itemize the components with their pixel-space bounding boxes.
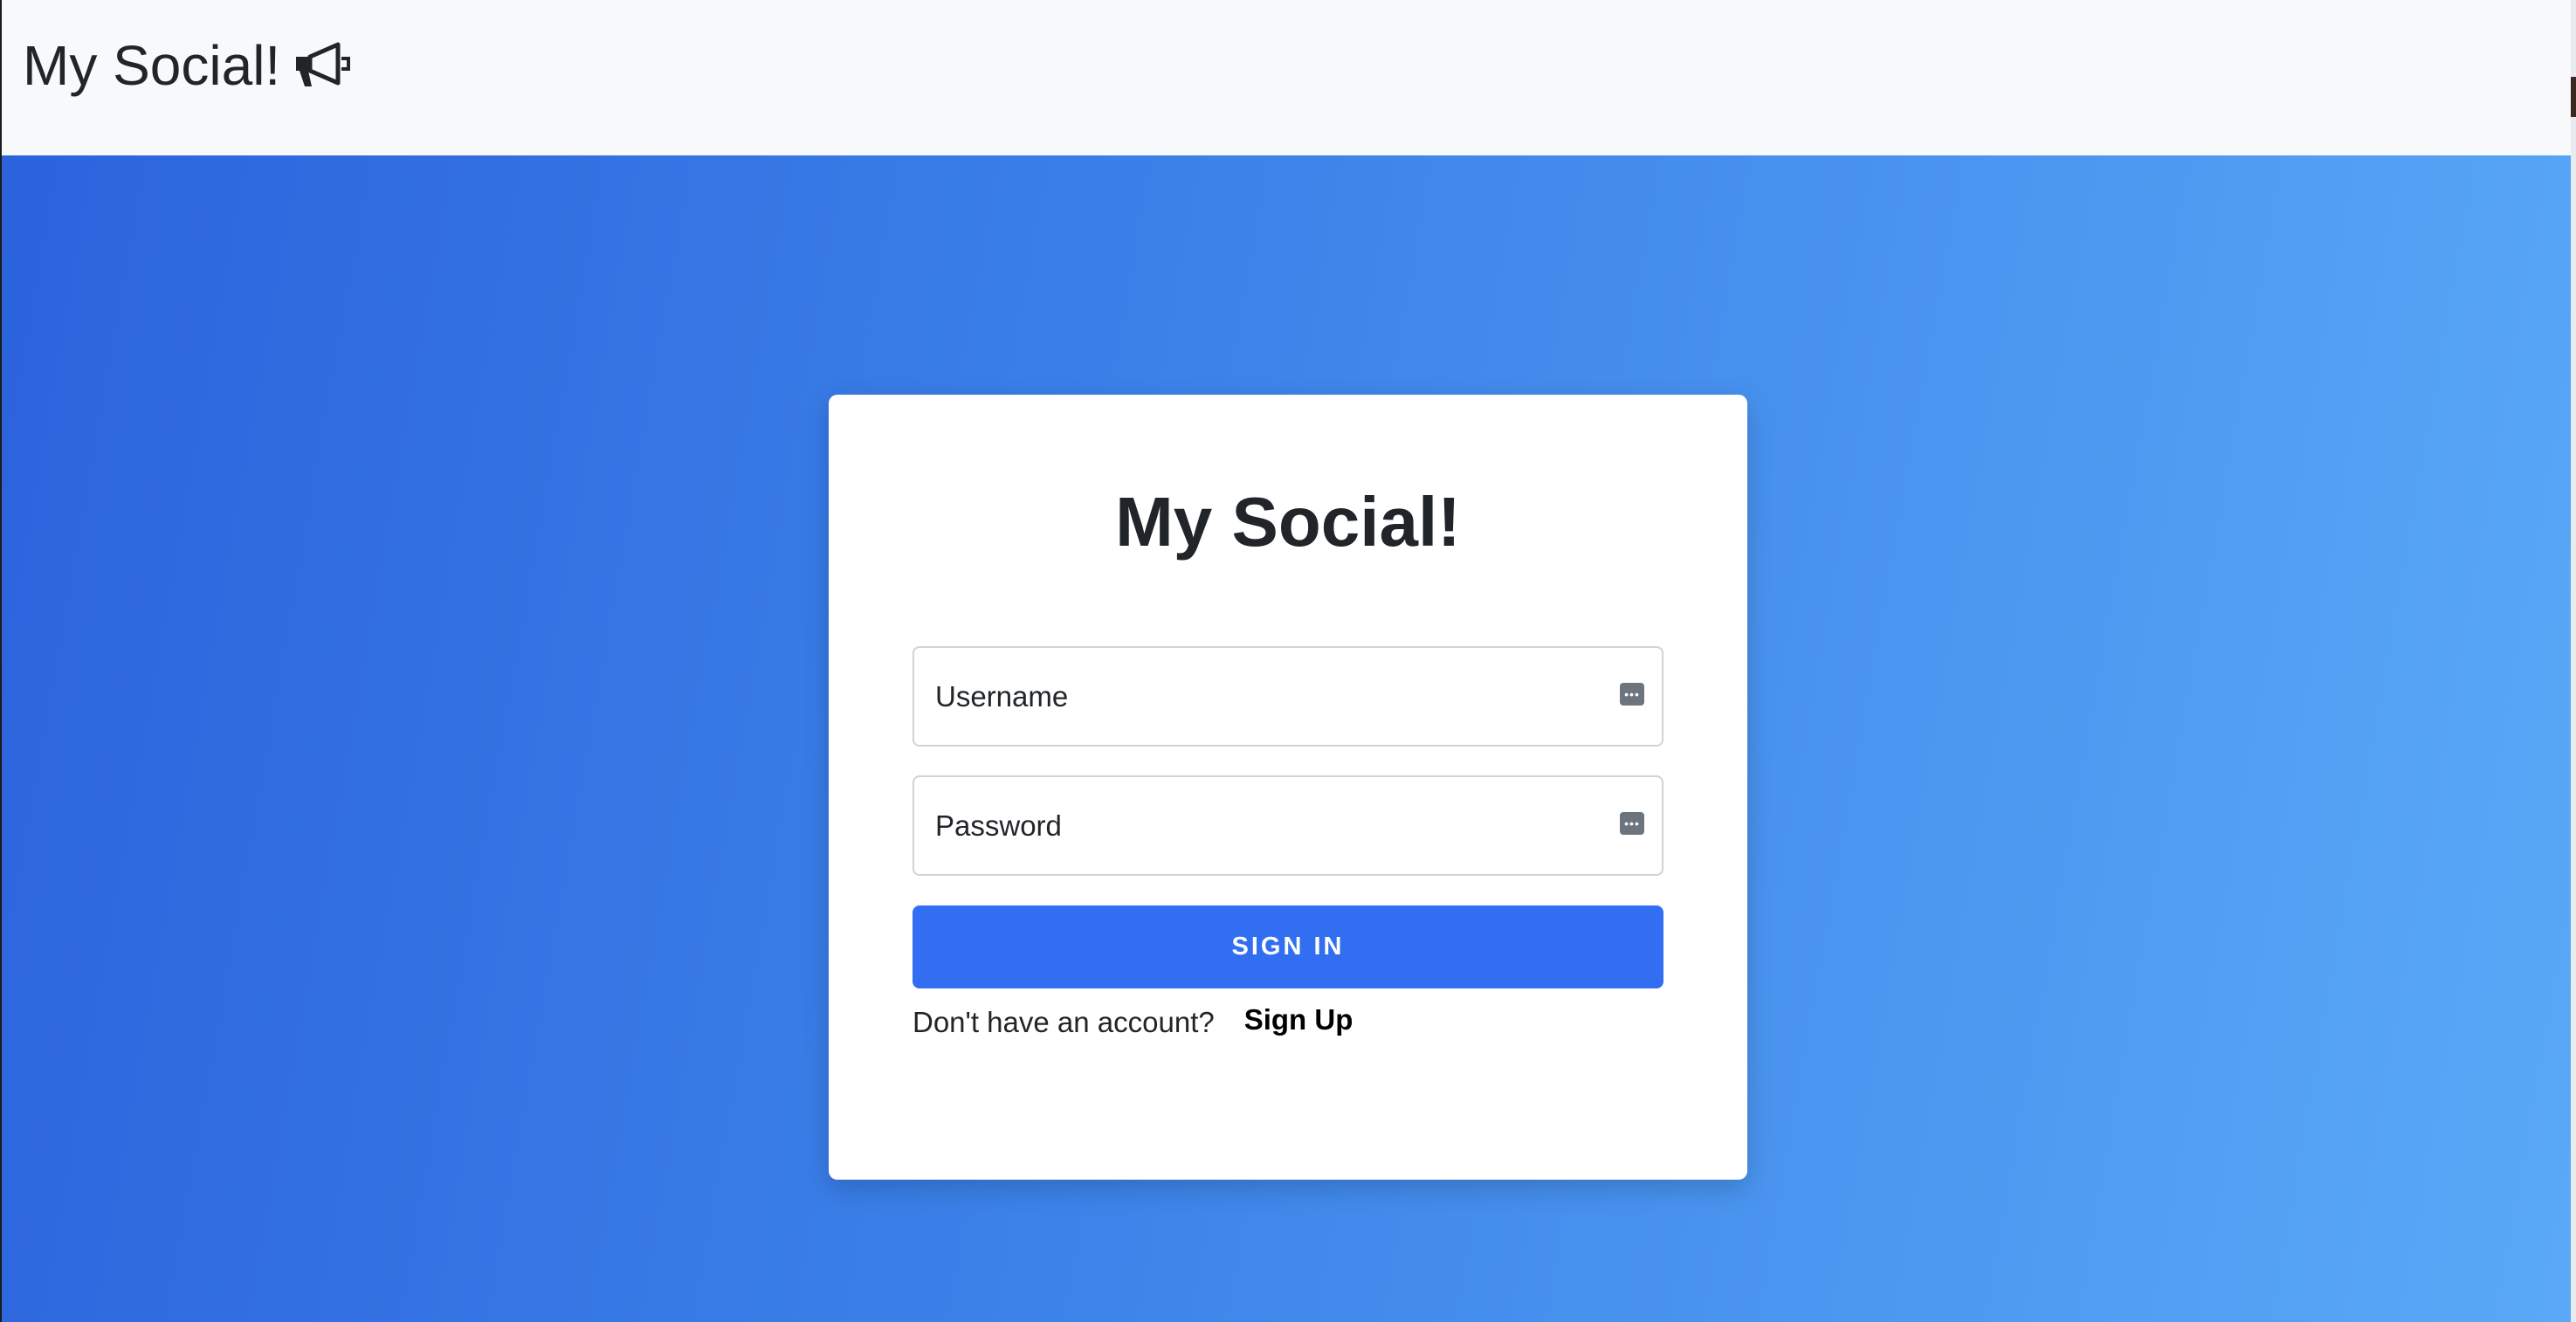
sign-in-button[interactable]: SIGN IN	[913, 905, 1663, 988]
navbar: My Social!	[0, 0, 2571, 155]
window-edge	[2571, 0, 2576, 1322]
password-manager-key-icon[interactable]: •••	[1620, 812, 1644, 835]
brand-link[interactable]: My Social!	[23, 26, 354, 105]
username-input[interactable]	[914, 648, 1662, 745]
hero-background: My Social! ••• ••• SIGN IN Don't have an…	[0, 155, 2571, 1322]
login-card: My Social! ••• ••• SIGN IN Don't have an…	[829, 395, 1747, 1180]
login-title: My Social!	[1115, 483, 1461, 561]
brand-text: My Social!	[23, 34, 281, 97]
no-account-text: Don't have an account?	[913, 1006, 1215, 1038]
window-edge-mark	[2571, 77, 2576, 117]
password-manager-key-icon[interactable]: •••	[1620, 683, 1644, 706]
megaphone-icon	[296, 42, 351, 86]
signup-row: Don't have an account? Sign Up	[913, 1003, 1353, 1039]
password-input[interactable]	[914, 777, 1662, 874]
username-field-wrapper: •••	[913, 646, 1663, 747]
sign-up-link[interactable]: Sign Up	[1244, 1003, 1353, 1036]
password-field-wrapper: •••	[913, 775, 1663, 876]
page: My Social! My Social! ••• ••• SIGN IN Do	[0, 0, 2576, 1322]
